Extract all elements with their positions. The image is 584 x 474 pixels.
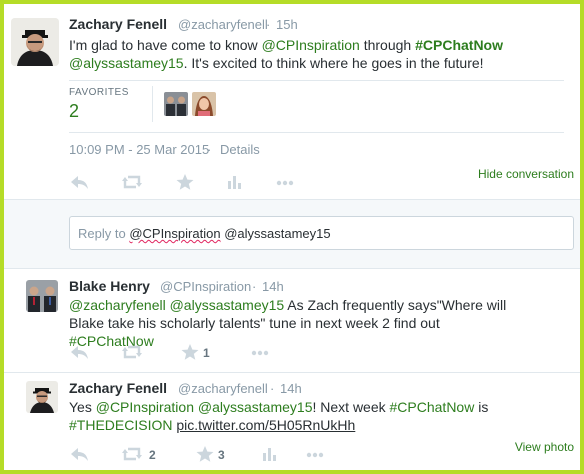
tweet-text-part: is	[474, 399, 489, 415]
divider	[4, 268, 580, 269]
favoriter-avatar[interactable]	[192, 92, 216, 116]
author-name[interactable]: Blake Henry	[69, 278, 150, 294]
analytics-icon[interactable]	[224, 172, 246, 192]
author-handle[interactable]: @zacharyfenell	[178, 17, 268, 32]
hashtag-link[interactable]: #CPChatNow	[390, 399, 475, 415]
hashtag-link[interactable]: #CPChatNow	[415, 37, 503, 53]
author-handle[interactable]: @zacharyfenell	[178, 381, 268, 396]
author-handle[interactable]: @CPInspiration	[160, 279, 251, 294]
favorite-icon[interactable]	[174, 172, 196, 192]
tweet-text: Yes @CPInspiration @alyssastamey15! Next…	[69, 398, 509, 434]
mention-link[interactable]: @alyssastamey15	[69, 55, 184, 71]
timestamp-separator: ·	[266, 17, 271, 32]
pic-link[interactable]: pic.twitter.com/5H05RnUkHh	[176, 417, 355, 433]
tweet-text: I'm glad to have come to know @CPInspira…	[69, 36, 564, 72]
tweet-text-part: through	[359, 37, 416, 53]
retweet-icon[interactable]	[121, 172, 143, 192]
hashtag-link[interactable]: #THEDECISION	[69, 417, 172, 433]
reply-input-text: Reply to @CPInspiration @alyssastamey15	[78, 226, 331, 241]
tweet-text-part: ! Next week	[312, 399, 390, 415]
favorite-icon[interactable]	[179, 342, 201, 362]
more-icon[interactable]	[274, 172, 296, 192]
analytics-icon[interactable]	[259, 444, 281, 464]
avatar-blake[interactable]	[26, 280, 58, 312]
tweet-time-ago[interactable]: 14h	[280, 381, 302, 396]
favorites-label: FAVORITES	[69, 87, 129, 98]
more-icon[interactable]	[304, 444, 326, 464]
mention-link[interactable]: @alyssastamey15	[170, 297, 285, 313]
retweet-count[interactable]: 2	[149, 448, 156, 462]
avatar-zachary[interactable]	[26, 381, 58, 413]
divider	[69, 132, 564, 133]
reply-input[interactable]: Reply to @CPInspiration @alyssastamey15	[69, 216, 574, 250]
tweet-text-part: . It's excited to think where he goes in…	[183, 55, 484, 71]
favoriter-avatar[interactable]	[164, 92, 188, 116]
favorite-count[interactable]: 3	[218, 448, 225, 462]
favorites-count[interactable]: 2	[69, 101, 79, 122]
tweet-timestamp[interactable]: 10:09 PM - 25 Mar 2015	[69, 142, 209, 157]
mention-link[interactable]: @alyssastamey15	[198, 399, 313, 415]
tweet-time-ago[interactable]: 14h	[262, 279, 284, 294]
mention-link[interactable]: @zacharyfenell	[69, 297, 166, 313]
more-icon[interactable]	[249, 342, 271, 362]
mention-link[interactable]: @CPInspiration	[96, 399, 194, 415]
tweet-text-part: Yes	[69, 399, 96, 415]
divider	[69, 80, 564, 81]
reply-icon[interactable]	[69, 444, 91, 464]
tweet-conversation: Zachary Fenell @zacharyfenell · 15h I'm …	[4, 4, 580, 470]
timestamp-separator: ·	[252, 279, 257, 294]
details-link[interactable]: Details	[220, 142, 260, 157]
divider	[152, 86, 153, 122]
retweet-icon[interactable]	[121, 444, 143, 464]
timestamp-separator: ·	[270, 381, 275, 396]
author-name[interactable]: Zachary Fenell	[69, 16, 167, 32]
hide-conversation-link[interactable]: Hide conversation	[478, 167, 574, 181]
reply-icon[interactable]	[69, 172, 91, 192]
details-separator: ·	[207, 142, 212, 157]
retweet-icon[interactable]	[121, 342, 143, 362]
view-photo-link[interactable]: View photo	[515, 440, 574, 454]
avatar-zachary[interactable]	[11, 18, 59, 66]
reply-mention: @CPInspiration	[129, 226, 221, 241]
tweet-text-part: I'm glad to have come to know	[69, 37, 262, 53]
author-name[interactable]: Zachary Fenell	[69, 380, 167, 396]
mention-link[interactable]: @CPInspiration	[262, 37, 360, 53]
divider	[4, 372, 580, 373]
favorite-count[interactable]: 1	[203, 346, 210, 360]
tweet-time-ago[interactable]: 15h	[276, 17, 298, 32]
favorite-icon[interactable]	[194, 444, 216, 464]
reply-mention: @alyssastamey15	[224, 226, 331, 241]
reply-prefix: Reply to	[78, 226, 130, 241]
reply-icon[interactable]	[69, 342, 91, 362]
